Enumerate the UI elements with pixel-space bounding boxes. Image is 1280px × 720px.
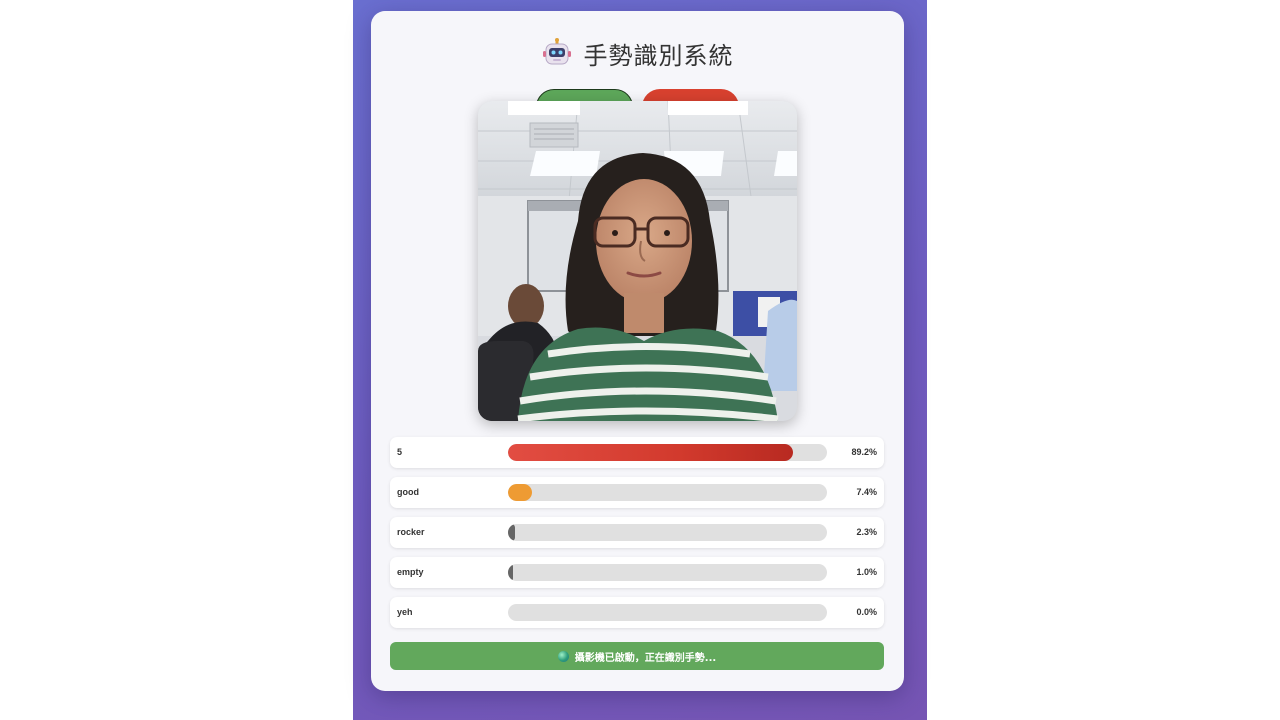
prediction-percent: 89.2% (851, 447, 877, 457)
prediction-percent: 7.4% (856, 487, 877, 497)
prediction-label: yeh (397, 607, 413, 617)
confidence-bar (508, 564, 827, 581)
prediction-row: yeh 0.0% (390, 597, 884, 628)
confidence-fill (508, 564, 513, 581)
prediction-label: good (397, 487, 419, 497)
confidence-fill (508, 524, 516, 541)
prediction-label: 5 (397, 447, 403, 457)
prediction-label: empty (397, 567, 424, 577)
prediction-percent: 0.0% (856, 607, 877, 617)
confidence-bar (508, 484, 827, 501)
prediction-row: 5 89.2% (390, 437, 884, 468)
status-banner: 攝影機已啟動，正在識別手勢... (390, 642, 884, 670)
confidence-bar (508, 444, 827, 461)
app-background: 手勢識別系統 5 89.2% good 7.4% rocker 2.3% emp… (353, 0, 927, 720)
confidence-bar (508, 524, 827, 541)
prediction-row: empty 1.0% (390, 557, 884, 588)
page-title: 手勢識別系統 (583, 41, 734, 70)
confidence-fill (508, 484, 532, 501)
prediction-row: rocker 2.3% (390, 517, 884, 548)
status-text: 攝影機已啟動，正在識別手勢... (574, 652, 717, 664)
prediction-label: rocker (397, 527, 425, 537)
header: 手勢識別系統 (371, 35, 904, 71)
prediction-percent: 1.0% (856, 567, 877, 577)
confidence-bar (508, 604, 827, 621)
robot-icon (542, 38, 571, 65)
confidence-fill (508, 444, 793, 461)
prediction-list: 5 89.2% good 7.4% rocker 2.3% empty 1.0%… (390, 437, 884, 637)
status-globe-icon (557, 650, 569, 662)
main-card: 手勢識別系統 5 89.2% good 7.4% rocker 2.3% emp… (371, 11, 904, 691)
prediction-row: good 7.4% (390, 477, 884, 508)
webcam-video (478, 101, 797, 421)
prediction-percent: 2.3% (856, 527, 877, 537)
